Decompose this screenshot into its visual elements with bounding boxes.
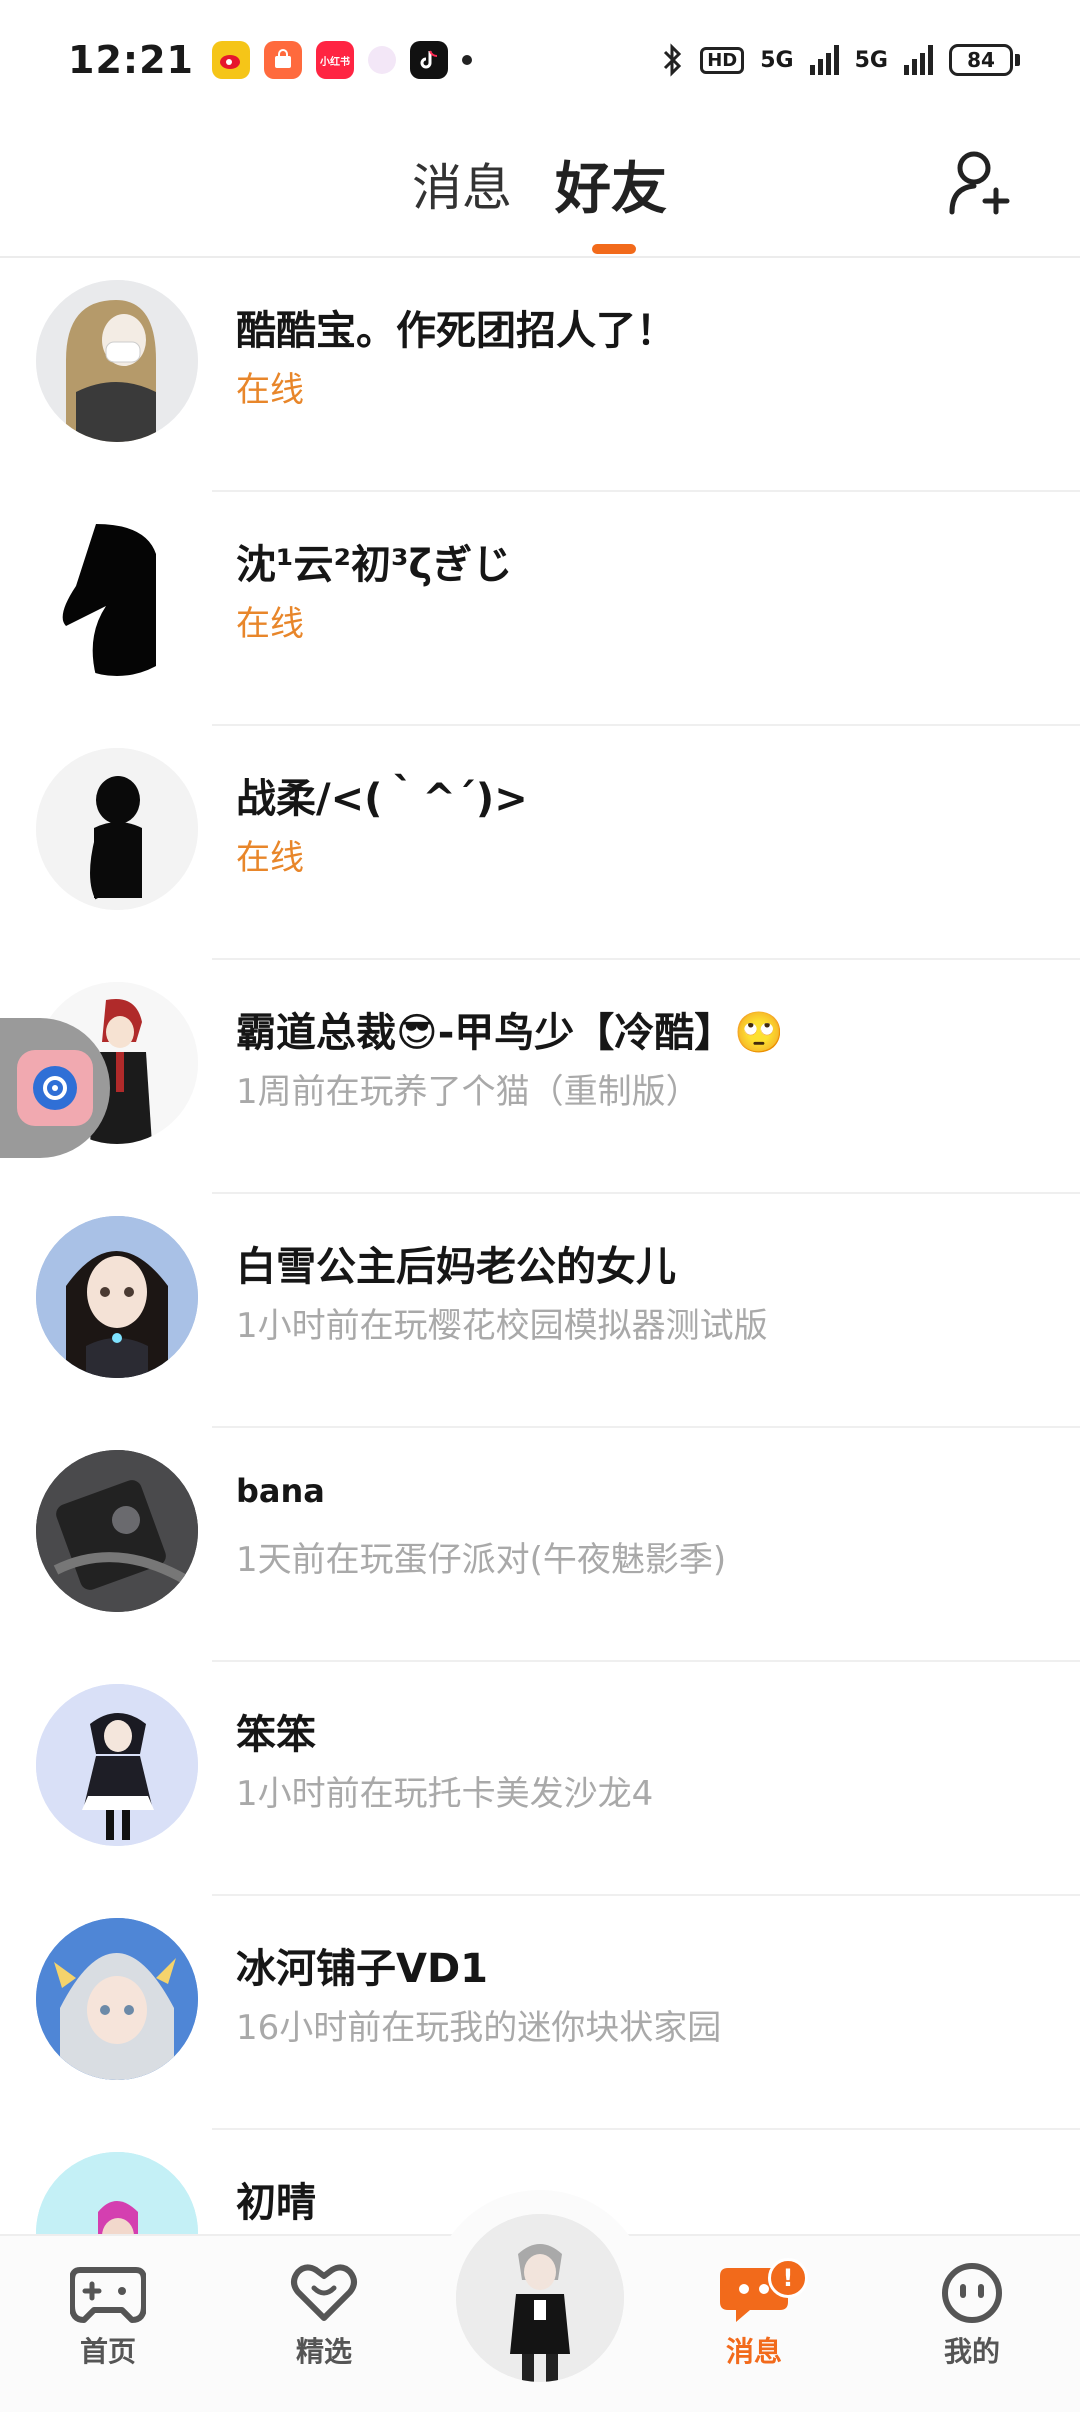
bubble-icon [368,46,396,74]
message-badge: ! [768,2258,808,2298]
friend-row[interactable]: 白雪公主后妈老公的女儿 1小时前在玩樱花校园模拟器测试版 [0,1194,1080,1428]
tiktok-icon [410,41,448,79]
center-avatar-button[interactable] [456,2214,624,2382]
friend-row[interactable]: 冰河铺子VD1 16小时前在玩我的迷你块状家园 [0,1896,1080,2130]
friend-status: 1天前在玩蛋仔派对(午夜魅影季) [236,1540,727,1580]
avatar [36,1216,198,1378]
friend-row[interactable]: 霸道总裁😎-甲鸟少【冷酷】🙄 1周前在玩养了个猫（重制版） [0,960,1080,1194]
avatar [36,1918,198,2080]
nav-messages-label: 消息 [725,2335,782,2368]
nav-home-label: 首页 [79,2335,136,2368]
floating-assistant-icon [17,1050,93,1126]
signal-icon-2 [904,45,933,75]
heart-icon [291,2264,357,2321]
nav-me[interactable]: 我的 [902,2262,1042,2370]
friend-status: 1小时前在玩托卡美发沙龙4 [236,1774,654,1814]
status-bar: 12:21 小红书 HD 5G 5G 84 [0,0,1080,120]
friend-row[interactable]: 沈¹云²初³ζぎじ 在线 [0,492,1080,726]
active-tab-indicator [592,244,636,254]
friend-status: 1周前在玩养了个猫（重制版） [236,1072,700,1112]
friend-status: 在线 [236,604,304,644]
friend-status: 在线 [236,370,304,410]
friend-name: 白雪公主后妈老公的女儿 [236,1244,676,1290]
friend-row[interactable]: bana 1天前在玩蛋仔派对(午夜魅影季) [0,1428,1080,1662]
friend-name: 笨笨 [236,1712,316,1758]
battery-icon: 84 [949,44,1020,76]
nav-featured-label: 精选 [295,2335,352,2368]
tab-friends[interactable]: 好友 [555,144,667,225]
top-tab-bar: 消息 好友 [0,120,1080,258]
tab-messages[interactable]: 消息 [412,148,512,220]
friend-name: 冰河铺子VD1 [236,1946,488,1992]
avatar [36,748,198,910]
signal-icon-1 [809,45,839,75]
network-label-2: 5G [854,47,888,73]
more-notifications-dot [462,55,472,65]
taobao-icon [264,41,302,79]
nav-featured[interactable]: 精选 [254,2262,394,2370]
face-icon [942,2263,1002,2323]
friend-status: 在线 [236,838,304,878]
avatar [36,1684,198,1846]
friend-name: 霸道总裁😎-甲鸟少【冷酷】🙄 [236,1010,785,1056]
network-label-1: 5G [760,47,794,73]
add-friend-icon[interactable] [946,146,1018,218]
avatar [36,280,198,442]
gamepad-icon [70,2267,146,2323]
friend-name: 酷酷宝。作死团招人了！ [236,308,676,354]
friend-row[interactable]: 笨笨 1小时前在玩托卡美发沙龙4 [0,1662,1080,1896]
friend-list: 酷酷宝。作死团招人了！ 在线 沈¹云²初³ζぎじ 在线 战柔/<(｀^´)> 在… [0,258,1080,2364]
notification-icons: 小红书 [212,41,472,79]
nav-home[interactable]: 首页 [38,2262,178,2370]
xiaohongshu-icon: 小红书 [316,41,354,79]
friend-row[interactable]: 战柔/<(｀^´)> 在线 [0,726,1080,960]
friend-name: 初晴 [236,2180,316,2226]
nav-me-label: 我的 [943,2335,1000,2368]
friend-status: 1小时前在玩樱花校园模拟器测试版 [236,1306,768,1346]
bluetooth-icon [664,43,682,77]
weibo-icon [212,41,250,79]
battery-level: 84 [949,44,1013,76]
avatar [36,514,198,676]
system-icons: HD 5G 5G 84 [662,43,1020,77]
friend-name: 战柔/<(｀^´)> [236,776,528,822]
hd-voice-icon: HD [700,46,745,74]
friend-row[interactable]: 酷酷宝。作死团招人了！ 在线 [0,258,1080,492]
friend-name: 沈¹云²初³ζぎじ [236,542,513,588]
friend-name: bana [236,1472,325,1510]
friend-status: 16小时前在玩我的迷你块状家园 [236,2008,722,2048]
avatar [36,1450,198,1612]
status-time: 12:21 [68,38,194,82]
